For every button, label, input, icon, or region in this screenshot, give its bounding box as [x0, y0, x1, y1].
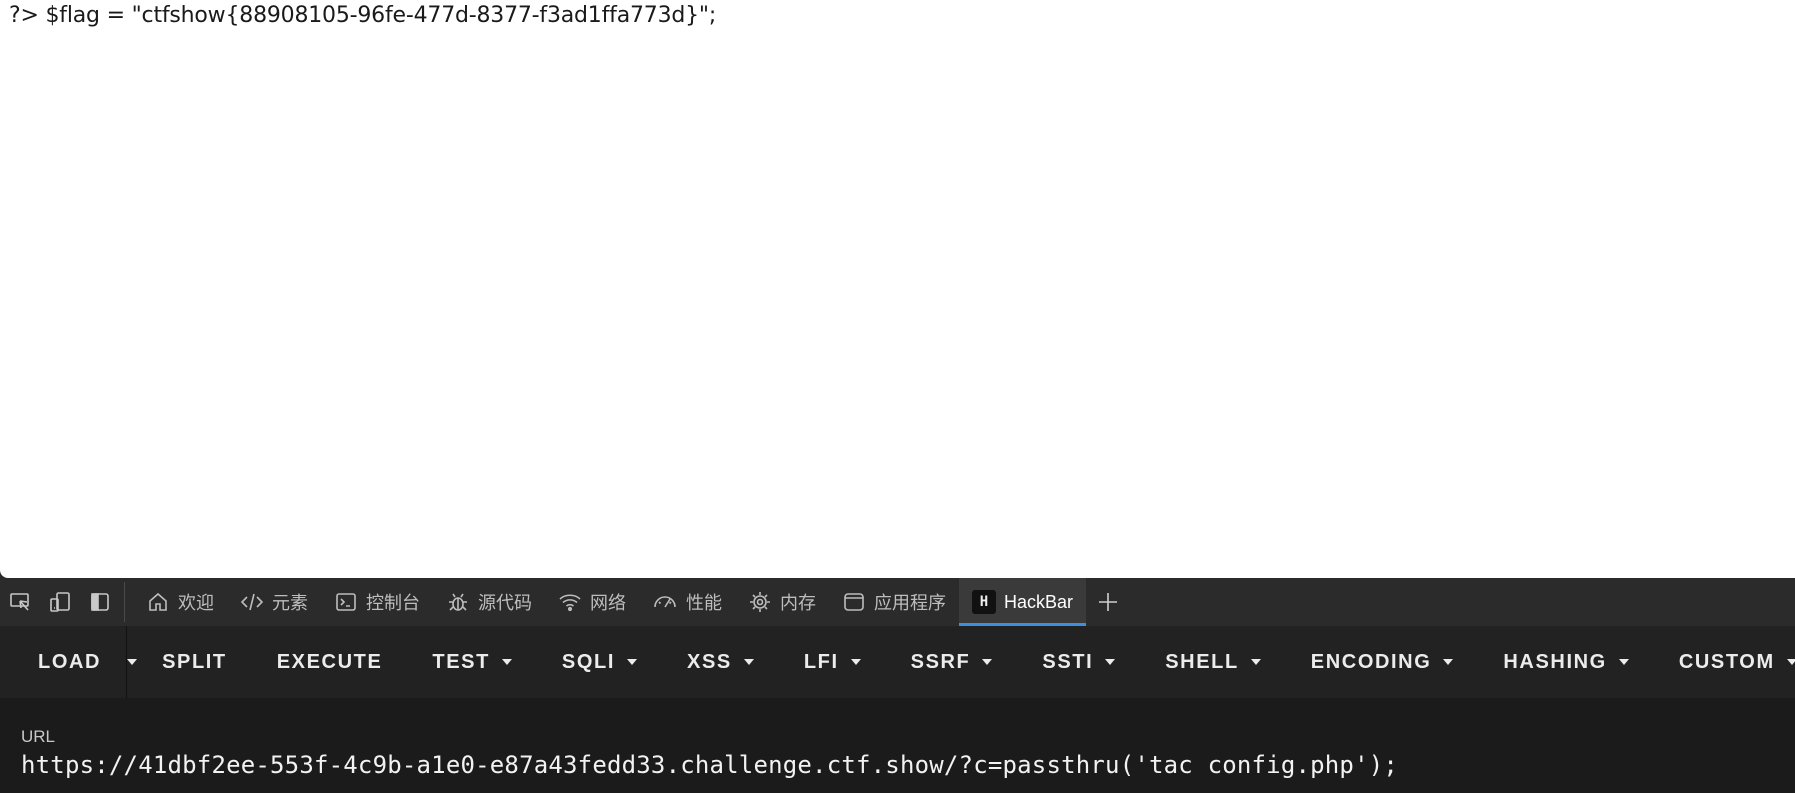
- test-menu-button[interactable]: TEST: [407, 626, 537, 698]
- load-button[interactable]: LOAD: [0, 626, 128, 698]
- button-label: SPLIT: [162, 650, 227, 673]
- tab-divider: [124, 582, 125, 622]
- button-label: SQLI: [561, 650, 615, 673]
- caret-down-icon: [627, 659, 637, 665]
- button-label: ENCODING: [1310, 650, 1432, 673]
- devtools-tab-strip: 欢迎 元素 控制台 源代码 网络 性能 内存 应用程序 H HackBar: [0, 578, 1795, 626]
- tab-application[interactable]: 应用程序: [829, 578, 959, 626]
- dock-side-icon[interactable]: [80, 578, 120, 626]
- button-label: LFI: [803, 650, 839, 673]
- app-window-icon: [842, 590, 866, 614]
- caret-down-icon: [127, 659, 138, 665]
- code-icon: [240, 590, 264, 614]
- xss-menu-button[interactable]: XSS: [662, 626, 779, 698]
- split-button[interactable]: SPLIT: [137, 626, 252, 698]
- ssti-menu-button[interactable]: SSTI: [1017, 626, 1140, 698]
- tab-hackbar[interactable]: H HackBar: [959, 578, 1087, 626]
- button-label: HASHING: [1503, 650, 1607, 673]
- tab-welcome[interactable]: 欢迎: [133, 578, 227, 626]
- ssrf-menu-button[interactable]: SSRF: [886, 626, 1018, 698]
- gauge-icon: [652, 590, 678, 614]
- wifi-icon: [558, 590, 582, 614]
- shell-menu-button[interactable]: SHELL: [1140, 626, 1286, 698]
- tab-label: 源代码: [478, 593, 532, 613]
- caret-down-icon: [1786, 659, 1795, 665]
- button-label: SSRF: [910, 650, 971, 673]
- tab-label: 性能: [686, 593, 722, 613]
- button-label: LOAD: [38, 650, 102, 673]
- tab-label: 应用程序: [874, 593, 946, 613]
- caret-down-icon: [982, 659, 993, 665]
- sqli-menu-button[interactable]: SQLI: [537, 626, 662, 698]
- bug-icon: [446, 590, 470, 614]
- device-emulation-icon[interactable]: [40, 578, 80, 626]
- tab-sources[interactable]: 源代码: [433, 578, 545, 626]
- hackbar-toolbar: LOAD SPLIT EXECUTE TEST SQLI XSS LFI SSR…: [0, 626, 1795, 698]
- tab-console[interactable]: 控制台: [321, 578, 433, 626]
- caret-down-icon: [743, 659, 754, 665]
- button-label: SSTI: [1042, 650, 1094, 673]
- url-section: URL: [0, 698, 1795, 793]
- button-label: EXECUTE: [276, 650, 383, 673]
- plus-icon: [1097, 591, 1119, 613]
- page-viewport: ?> $flag = "ctfshow{88908105-96fe-477d-8…: [0, 0, 1795, 578]
- chip-icon: [748, 590, 772, 614]
- button-label: XSS: [687, 650, 732, 673]
- caret-down-icon: [1250, 659, 1261, 665]
- caret-down-icon: [850, 659, 861, 665]
- caret-down-icon: [1618, 659, 1629, 665]
- tab-label: 欢迎: [178, 593, 214, 613]
- caret-down-icon: [1105, 659, 1116, 665]
- tab-memory[interactable]: 内存: [735, 578, 829, 626]
- tab-label: 网络: [590, 593, 626, 613]
- button-label: TEST: [432, 650, 490, 673]
- tab-network[interactable]: 网络: [545, 578, 639, 626]
- tab-performance[interactable]: 性能: [639, 578, 735, 626]
- home-icon: [146, 590, 170, 614]
- load-dropdown-toggle[interactable]: [127, 626, 138, 698]
- page-content-text: ?> $flag = "ctfshow{88908105-96fe-477d-8…: [9, 3, 717, 28]
- tab-label: 内存: [780, 593, 816, 613]
- url-input[interactable]: [21, 751, 1781, 779]
- tab-label: 元素: [272, 593, 308, 613]
- hackbar-logo-icon: H: [972, 590, 996, 614]
- button-label: CUSTOM: [1678, 650, 1775, 673]
- tab-elements[interactable]: 元素: [227, 578, 321, 626]
- inspect-element-icon[interactable]: [0, 578, 40, 626]
- caret-down-icon: [501, 659, 512, 665]
- button-label: SHELL: [1165, 650, 1239, 673]
- hashing-menu-button[interactable]: HASHING: [1478, 626, 1653, 698]
- tab-label: HackBar: [1004, 591, 1074, 612]
- console-icon: [334, 590, 358, 614]
- caret-down-icon: [1443, 659, 1454, 665]
- lfi-menu-button[interactable]: LFI: [779, 626, 886, 698]
- execute-button[interactable]: EXECUTE: [252, 626, 408, 698]
- encoding-menu-button[interactable]: ENCODING: [1286, 626, 1479, 698]
- add-tab-button[interactable]: [1086, 578, 1130, 626]
- custom-menu-button[interactable]: CUSTOM: [1654, 626, 1795, 698]
- url-label: URL: [21, 727, 56, 746]
- tab-label: 控制台: [366, 593, 420, 613]
